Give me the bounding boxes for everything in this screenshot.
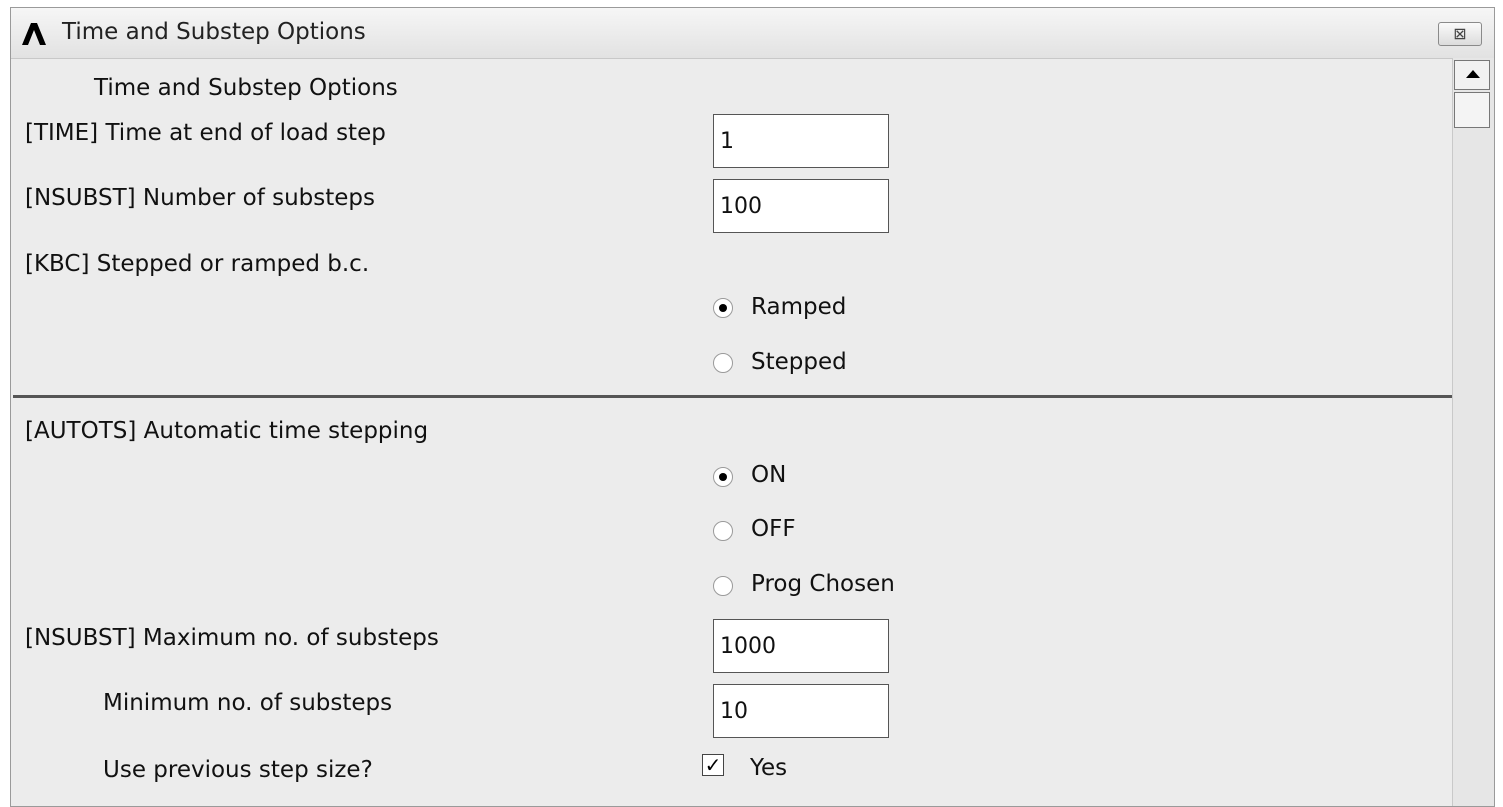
ansys-logo-icon: [22, 23, 46, 45]
autots-on-label[interactable]: ON: [751, 462, 786, 488]
window-title: Time and Substep Options: [62, 19, 366, 45]
autots-off-label[interactable]: OFF: [751, 516, 796, 542]
dialog-content: Time and Substep Options [TIME] Time at …: [11, 58, 1494, 806]
vertical-scrollbar[interactable]: [1452, 58, 1494, 806]
kbc-ramped-label[interactable]: Ramped: [751, 294, 846, 320]
scroll-up-arrow-icon[interactable]: [1454, 60, 1490, 90]
autots-prog-chosen-label[interactable]: Prog Chosen: [751, 571, 895, 597]
check-mark-icon: ✓: [704, 753, 722, 777]
section-divider: [13, 395, 1453, 398]
time-label: [TIME] Time at end of load step: [25, 120, 386, 146]
scroll-thumb[interactable]: [1454, 92, 1490, 128]
prev-step-size-yes-label[interactable]: Yes: [750, 755, 787, 781]
max-substeps-input[interactable]: 1000: [713, 619, 889, 673]
min-substeps-label: Minimum no. of substeps: [103, 690, 393, 716]
kbc-label: [KBC] Stepped or ramped b.c.: [25, 251, 370, 277]
autots-label: [AUTOTS] Automatic time stepping: [25, 418, 429, 444]
prev-step-size-checkbox[interactable]: ✓: [702, 754, 724, 776]
time-input[interactable]: 1: [713, 114, 889, 168]
kbc-stepped-label[interactable]: Stepped: [751, 349, 847, 375]
prev-step-size-label: Use previous step size?: [103, 757, 373, 783]
time-substep-dialog: Time and Substep Options ⊠ Time and Subs…: [10, 7, 1495, 807]
nsubst-label: [NSUBST] Number of substeps: [25, 185, 375, 211]
min-substeps-input[interactable]: 10: [713, 684, 889, 738]
autots-on-radio[interactable]: [713, 467, 733, 487]
section-heading: Time and Substep Options: [94, 75, 398, 101]
autots-prog-chosen-radio[interactable]: [713, 576, 733, 596]
autots-off-radio[interactable]: [713, 521, 733, 541]
kbc-stepped-radio[interactable]: [713, 353, 733, 373]
title-bar[interactable]: Time and Substep Options ⊠: [11, 8, 1494, 59]
kbc-ramped-radio[interactable]: [713, 298, 733, 318]
max-substeps-label: [NSUBST] Maximum no. of substeps: [25, 625, 439, 651]
close-button[interactable]: ⊠: [1438, 22, 1482, 46]
nsubst-input[interactable]: 100: [713, 179, 889, 233]
